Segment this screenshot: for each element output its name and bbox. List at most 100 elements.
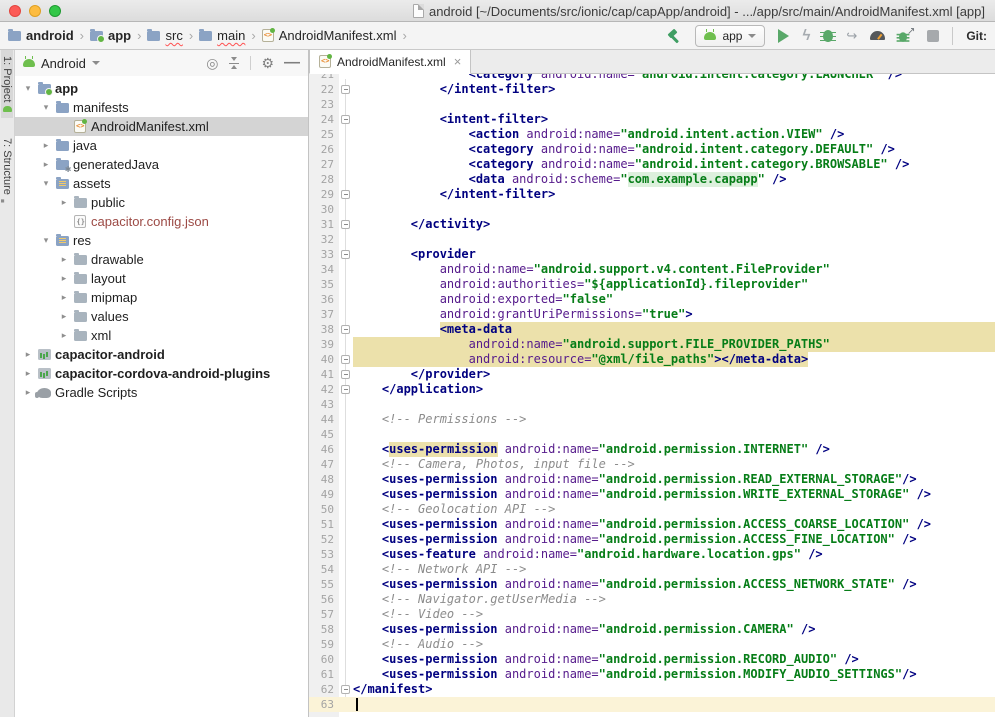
tree-item-xml[interactable]: ▸xml bbox=[15, 326, 308, 345]
fold-marker-icon[interactable] bbox=[341, 115, 350, 124]
code-line-22[interactable]: </intent-filter> bbox=[353, 82, 995, 97]
code-line-56[interactable]: <!-- Navigator.getUserMedia --> bbox=[353, 592, 995, 607]
tree-expand-arrow-icon[interactable]: ▸ bbox=[57, 311, 71, 322]
tree-expand-arrow-icon[interactable]: ▾ bbox=[21, 83, 35, 94]
tree-item-capacitor-cordova-android-plugins[interactable]: ▸capacitor-cordova-android-plugins bbox=[15, 364, 308, 383]
stop-button[interactable] bbox=[927, 30, 939, 42]
fold-marker-icon[interactable] bbox=[341, 190, 350, 199]
code-line-58[interactable]: <uses-permission android:name="android.p… bbox=[353, 622, 995, 637]
breadcrumb-item-main[interactable]: main bbox=[199, 28, 245, 43]
tree-expand-arrow-icon[interactable]: ▸ bbox=[39, 140, 53, 151]
fold-marker-icon[interactable] bbox=[341, 220, 350, 229]
code-line-25[interactable]: <action android:name="android.intent.act… bbox=[353, 127, 995, 142]
chevron-down-icon[interactable] bbox=[92, 61, 100, 65]
code-line-53[interactable]: <uses-feature android:name="android.hard… bbox=[353, 547, 995, 562]
tree-item-res[interactable]: ▾res bbox=[15, 231, 308, 250]
code-line-21[interactable]: <category android:name="android.intent.c… bbox=[353, 74, 995, 82]
collapse-all-icon[interactable] bbox=[228, 57, 240, 69]
close-window-button[interactable] bbox=[9, 5, 21, 17]
apply-changes-icon[interactable]: ϟ bbox=[802, 29, 810, 43]
fold-marker-icon[interactable] bbox=[341, 250, 350, 259]
breadcrumb-item-android[interactable]: android bbox=[8, 28, 74, 43]
attach-debugger-icon[interactable]: ↪ bbox=[846, 29, 857, 43]
attach-profiler-icon[interactable] bbox=[898, 29, 914, 43]
code-line-31[interactable]: </activity> bbox=[353, 217, 995, 232]
code-area[interactable]: <category android:name="android.intent.c… bbox=[353, 74, 995, 712]
breadcrumb-item-androidmanifest-xml[interactable]: AndroidManifest.xml bbox=[262, 28, 397, 43]
tree-expand-arrow-icon[interactable]: ▾ bbox=[39, 102, 53, 113]
tree-item-assets[interactable]: ▾assets bbox=[15, 174, 308, 193]
code-line-49[interactable]: <uses-permission android:name="android.p… bbox=[353, 487, 995, 502]
project-tool-button[interactable]: 1: Project bbox=[1, 50, 13, 118]
tree-item-gradle-scripts[interactable]: ▸Gradle Scripts bbox=[15, 383, 308, 402]
fold-marker-icon[interactable] bbox=[341, 325, 350, 334]
code-line-35[interactable]: android:authorities="${applicationId}.fi… bbox=[353, 277, 995, 292]
structure-tool-button[interactable]: 7: Structure bbox=[1, 132, 13, 212]
tree-item-drawable[interactable]: ▸drawable bbox=[15, 250, 308, 269]
code-line-42[interactable]: </application> bbox=[353, 382, 995, 397]
tree-item-capacitor-android[interactable]: ▸capacitor-android bbox=[15, 345, 308, 364]
code-line-54[interactable]: <!-- Network API --> bbox=[353, 562, 995, 577]
code-line-37[interactable]: android:grantUriPermissions="true"> bbox=[353, 307, 995, 322]
code-line-38[interactable]: <meta-data bbox=[353, 322, 995, 337]
debug-button[interactable] bbox=[823, 30, 833, 42]
code-line-51[interactable]: <uses-permission android:name="android.p… bbox=[353, 517, 995, 532]
code-line-40[interactable]: android:resource="@xml/file_paths"></met… bbox=[353, 352, 995, 367]
profiler-icon[interactable] bbox=[870, 31, 885, 40]
code-line-23[interactable] bbox=[353, 97, 995, 112]
zoom-window-button[interactable] bbox=[49, 5, 61, 17]
tree-expand-arrow-icon[interactable]: ▸ bbox=[57, 330, 71, 341]
tree-item-generatedjava[interactable]: ▸generatedJava bbox=[15, 155, 308, 174]
fold-marker-icon[interactable] bbox=[341, 685, 350, 694]
code-line-52[interactable]: <uses-permission android:name="android.p… bbox=[353, 532, 995, 547]
code-line-28[interactable]: <data android:scheme="com.example.capapp… bbox=[353, 172, 995, 187]
build-hammer-icon[interactable] bbox=[666, 28, 682, 44]
code-line-30[interactable] bbox=[353, 202, 995, 217]
code-line-60[interactable]: <uses-permission android:name="android.p… bbox=[353, 652, 995, 667]
tree-expand-arrow-icon[interactable]: ▸ bbox=[39, 159, 53, 170]
code-line-29[interactable]: </intent-filter> bbox=[353, 187, 995, 202]
tree-expand-arrow-icon[interactable]: ▾ bbox=[39, 178, 53, 189]
breadcrumb-item-app[interactable]: app bbox=[90, 28, 131, 43]
tree-expand-arrow-icon[interactable]: ▸ bbox=[57, 292, 71, 303]
locate-file-icon[interactable]: ◎ bbox=[206, 56, 218, 70]
fold-marker-icon[interactable] bbox=[341, 385, 350, 394]
code-line-50[interactable]: <!-- Geolocation API --> bbox=[353, 502, 995, 517]
code-line-26[interactable]: <category android:name="android.intent.c… bbox=[353, 142, 995, 157]
tree-item-public[interactable]: ▸public bbox=[15, 193, 308, 212]
code-line-36[interactable]: android:exported="false" bbox=[353, 292, 995, 307]
tree-item-values[interactable]: ▸values bbox=[15, 307, 308, 326]
code-line-47[interactable]: <!-- Camera, Photos, input file --> bbox=[353, 457, 995, 472]
code-line-41[interactable]: </provider> bbox=[353, 367, 995, 382]
tree-item-androidmanifest-xml[interactable]: AndroidManifest.xml bbox=[15, 117, 308, 136]
code-line-32[interactable] bbox=[353, 232, 995, 247]
fold-marker-icon[interactable] bbox=[341, 370, 350, 379]
minimize-window-button[interactable] bbox=[29, 5, 41, 17]
fold-marker-icon[interactable] bbox=[341, 355, 350, 364]
code-line-46[interactable]: <uses-permission android:name="android.p… bbox=[353, 442, 995, 457]
tree-expand-arrow-icon[interactable]: ▾ bbox=[39, 235, 53, 246]
code-line-43[interactable] bbox=[353, 397, 995, 412]
code-line-48[interactable]: <uses-permission android:name="android.p… bbox=[353, 472, 995, 487]
tree-item-manifests[interactable]: ▾manifests bbox=[15, 98, 308, 117]
tree-expand-arrow-icon[interactable]: ▸ bbox=[21, 368, 35, 379]
hide-panel-icon[interactable]: — bbox=[284, 54, 300, 72]
editor-body[interactable]: 2122232425262728293031323334353637383940… bbox=[309, 74, 995, 717]
tree-item-app[interactable]: ▾app bbox=[15, 79, 308, 98]
tree-expand-arrow-icon[interactable]: ▸ bbox=[57, 273, 71, 284]
code-line-59[interactable]: <!-- Audio --> bbox=[353, 637, 995, 652]
breadcrumb-item-src[interactable]: src bbox=[147, 28, 182, 43]
run-button[interactable] bbox=[778, 29, 789, 43]
code-line-27[interactable]: <category android:name="android.intent.c… bbox=[353, 157, 995, 172]
tree-item-capacitor-config-json[interactable]: capacitor.config.json bbox=[15, 212, 308, 231]
project-view-selector[interactable]: Android bbox=[41, 56, 86, 71]
tree-expand-arrow-icon[interactable]: ▸ bbox=[57, 197, 71, 208]
tree-item-mipmap[interactable]: ▸mipmap bbox=[15, 288, 308, 307]
code-line-44[interactable]: <!-- Permissions --> bbox=[353, 412, 995, 427]
close-icon[interactable]: × bbox=[454, 56, 462, 68]
code-line-33[interactable]: <provider bbox=[353, 247, 995, 262]
tab-androidmanifest[interactable]: AndroidManifest.xml × bbox=[309, 50, 471, 74]
gear-icon[interactable]: ⚙ bbox=[261, 56, 274, 70]
fold-marker-icon[interactable] bbox=[341, 85, 350, 94]
code-line-34[interactable]: android:name="android.support.v4.content… bbox=[353, 262, 995, 277]
